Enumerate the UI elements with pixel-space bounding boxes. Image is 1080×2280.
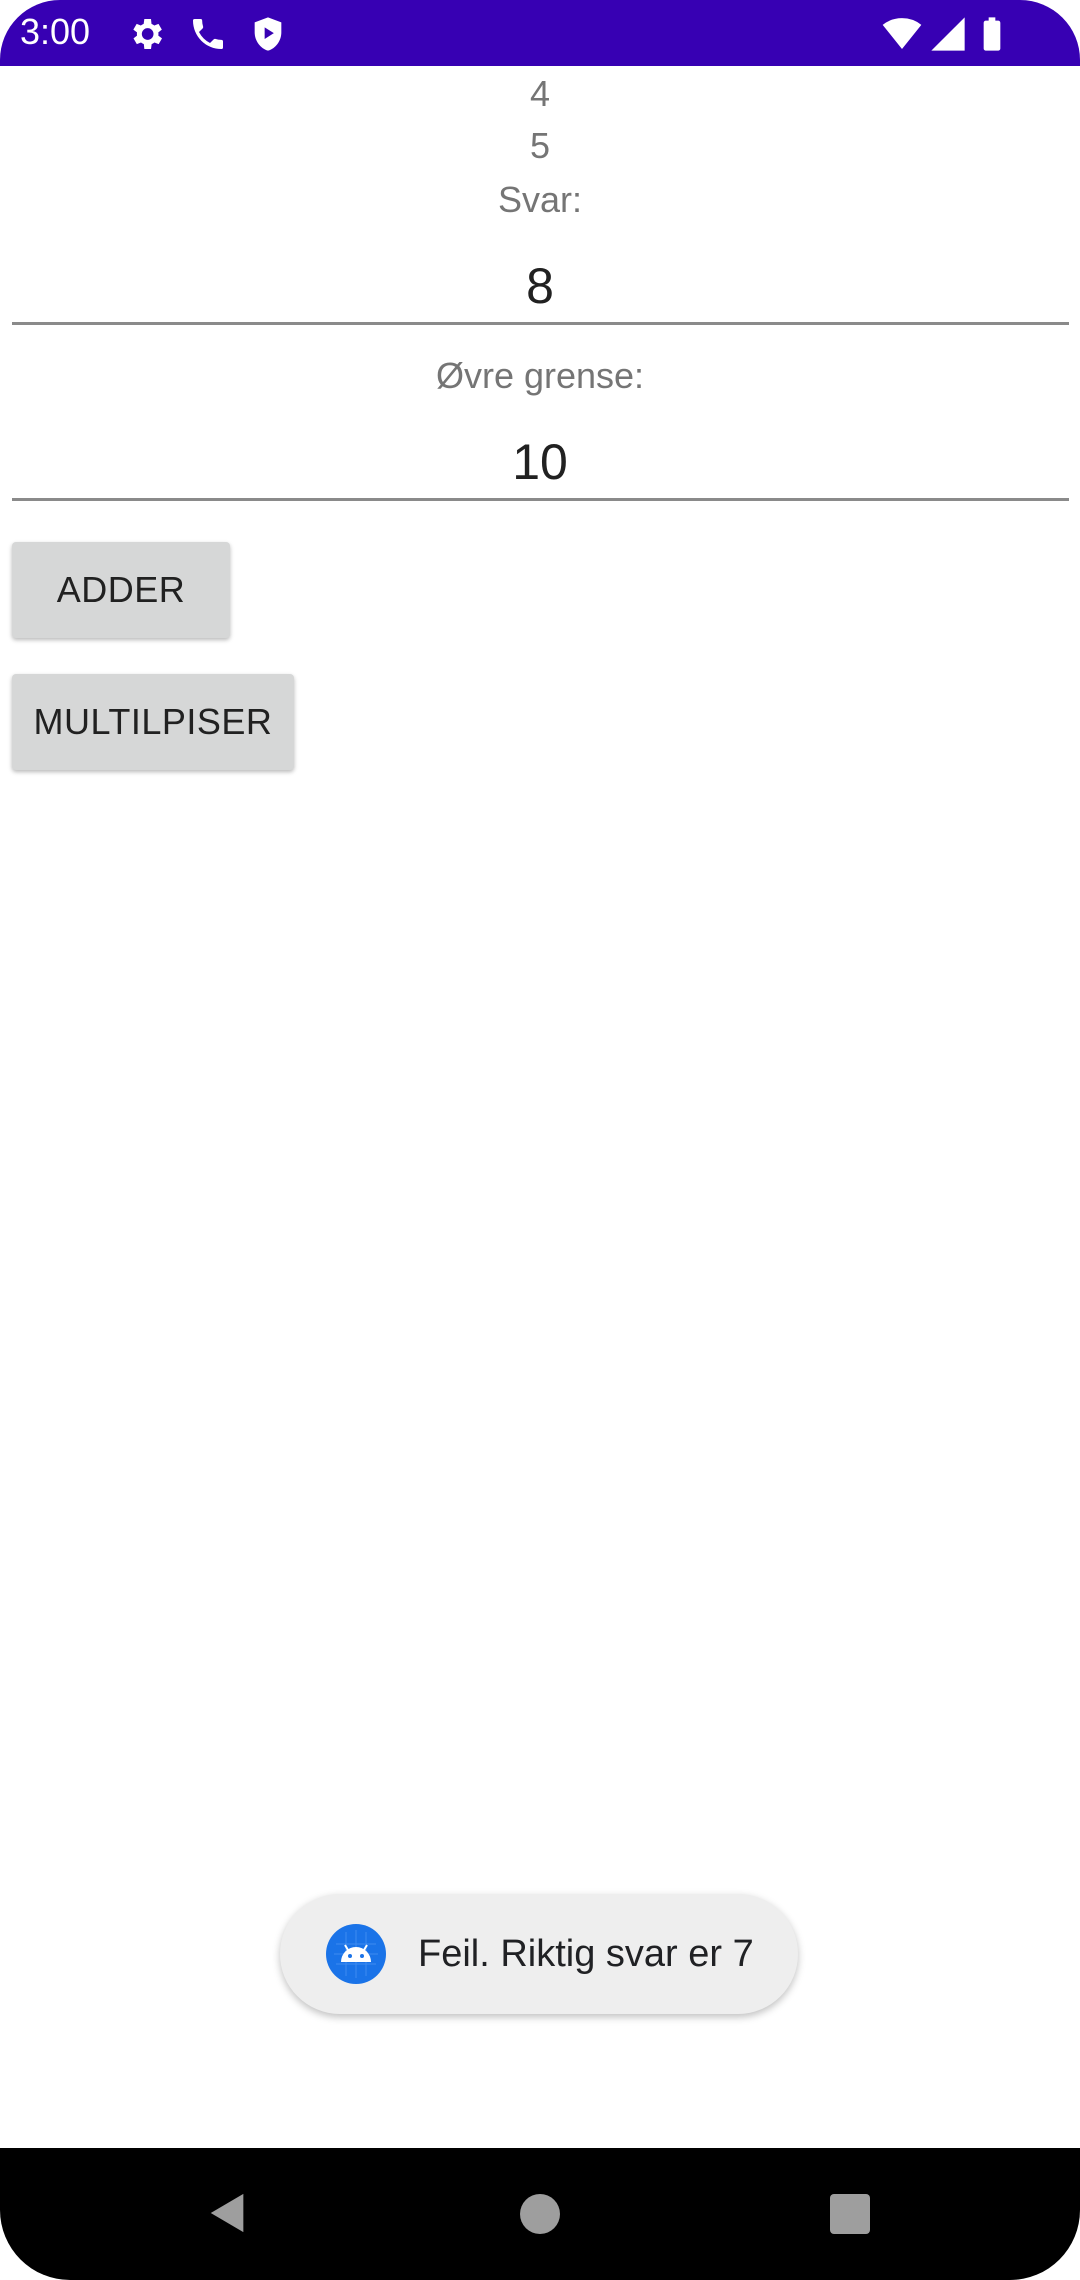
toast-message: Feil. Riktig svar er 7: [418, 1933, 754, 1975]
add-button[interactable]: ADDER: [12, 542, 230, 638]
status-time: 3:00: [20, 11, 91, 52]
answer-label: Svar:: [497, 179, 583, 220]
toast: Feil. Riktig svar er 7: [280, 1894, 798, 2014]
navigation-bar: [0, 2148, 1080, 2280]
wifi-icon: [882, 18, 922, 49]
gear-icon: [133, 19, 162, 49]
answer-input-underline: [12, 322, 1069, 325]
shield-play-icon: [254, 17, 282, 51]
answer-input[interactable]: 8: [0, 256, 1080, 316]
phone-icon: [193, 19, 223, 49]
recents-icon[interactable]: [830, 2194, 870, 2234]
battery-icon: [983, 17, 1001, 51]
back-icon[interactable]: [205, 2190, 251, 2236]
upper-limit-input[interactable]: 10: [0, 432, 1080, 492]
status-bar: 3:00: [0, 0, 1080, 66]
android-icon: [326, 1924, 386, 1984]
upper-limit-input-underline: [12, 498, 1069, 501]
upper-limit-label: Øvre grense:: [435, 355, 645, 396]
number-1: 4: [529, 73, 551, 114]
multiply-button[interactable]: MULTILPISER: [12, 674, 294, 770]
cell-signal-icon: [931, 17, 965, 51]
number-2: 5: [529, 125, 551, 166]
home-icon[interactable]: [520, 2194, 560, 2234]
